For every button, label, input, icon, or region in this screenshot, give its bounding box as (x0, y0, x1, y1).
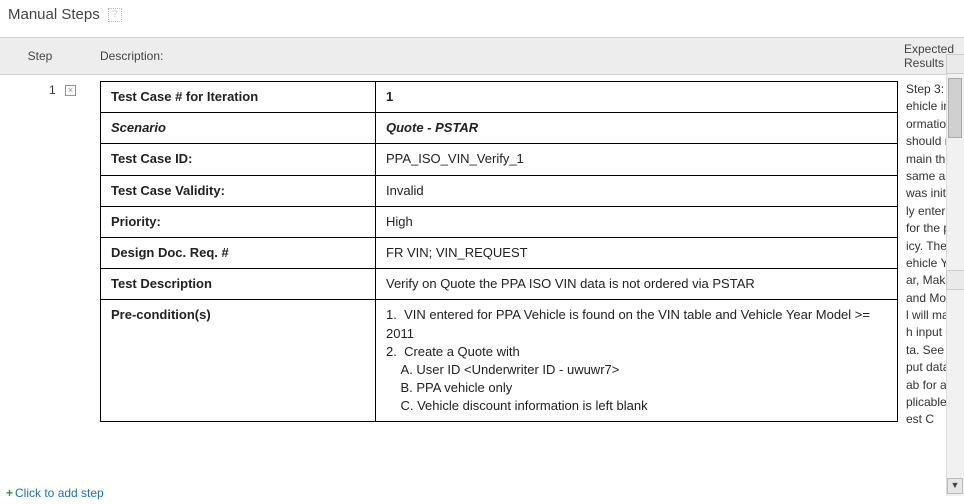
grid-header-row: Step Description: Expected Results (0, 37, 964, 75)
table-value-cell: PPA_ISO_VIN_Verify_1 (376, 144, 898, 175)
step-number-cell: 1 × (0, 75, 80, 471)
table-row: Design Doc. Req. #FR VIN; VIN_REQUEST (101, 237, 898, 268)
section-title: Manual Steps ? (0, 0, 964, 27)
column-header-step[interactable]: Step (0, 49, 80, 63)
scroll-down-button[interactable]: ▼ (947, 478, 963, 494)
add-step-label: Click to add step (15, 486, 104, 500)
table-row: ScenarioQuote - PSTAR (101, 113, 898, 144)
table-row: Test Case Validity:Invalid (101, 175, 898, 206)
table-row: Test DescriptionVerify on Quote the PPA … (101, 269, 898, 300)
table-label-cell: Design Doc. Req. # (101, 237, 376, 268)
add-step-link[interactable]: +Click to add step (6, 486, 104, 500)
table-label-cell: Priority: (101, 206, 376, 237)
side-panel-stub-2[interactable] (946, 270, 964, 290)
table-value-cell: FR VIN; VIN_REQUEST (376, 237, 898, 268)
table-row: Test Case # for Iteration1 (101, 82, 898, 113)
delete-step-icon[interactable]: × (65, 85, 76, 96)
table-row: Test Case ID:PPA_ISO_VIN_Verify_1 (101, 144, 898, 175)
table-row: Pre-condition(s)1. VIN entered for PPA V… (101, 300, 898, 422)
help-icon[interactable]: ? (108, 8, 122, 22)
table-label-cell: Test Case # for Iteration (101, 82, 376, 113)
table-value-cell: Invalid (376, 175, 898, 206)
table-label-cell: Test Case Validity: (101, 175, 376, 206)
test-case-table: Test Case # for Iteration1ScenarioQuote … (100, 81, 898, 422)
description-cell[interactable]: Test Case # for Iteration1ScenarioQuote … (80, 75, 904, 471)
grid-body: 1 × Test Case # for Iteration1ScenarioQu… (0, 75, 964, 471)
table-value-cell: Verify on Quote the PPA ISO VIN data is … (376, 269, 898, 300)
plus-icon: + (6, 486, 13, 500)
table-label-cell: Pre-condition(s) (101, 300, 376, 422)
table-row: Priority:High (101, 206, 898, 237)
table-value-cell: 1. VIN entered for PPA Vehicle is found … (376, 300, 898, 422)
table-value-cell: Quote - PSTAR (376, 113, 898, 144)
table-label-cell: Test Description (101, 269, 376, 300)
table-value-cell: 1 (376, 82, 898, 113)
side-panel-stub-1[interactable] (946, 54, 964, 74)
title-text: Manual Steps (8, 6, 100, 23)
table-label-cell: Scenario (101, 113, 376, 144)
table-label-cell: Test Case ID: (101, 144, 376, 175)
table-value-cell: High (376, 206, 898, 237)
scroll-thumb[interactable] (948, 78, 962, 138)
step-number: 1 (49, 83, 56, 97)
column-header-description[interactable]: Description: (80, 49, 904, 63)
